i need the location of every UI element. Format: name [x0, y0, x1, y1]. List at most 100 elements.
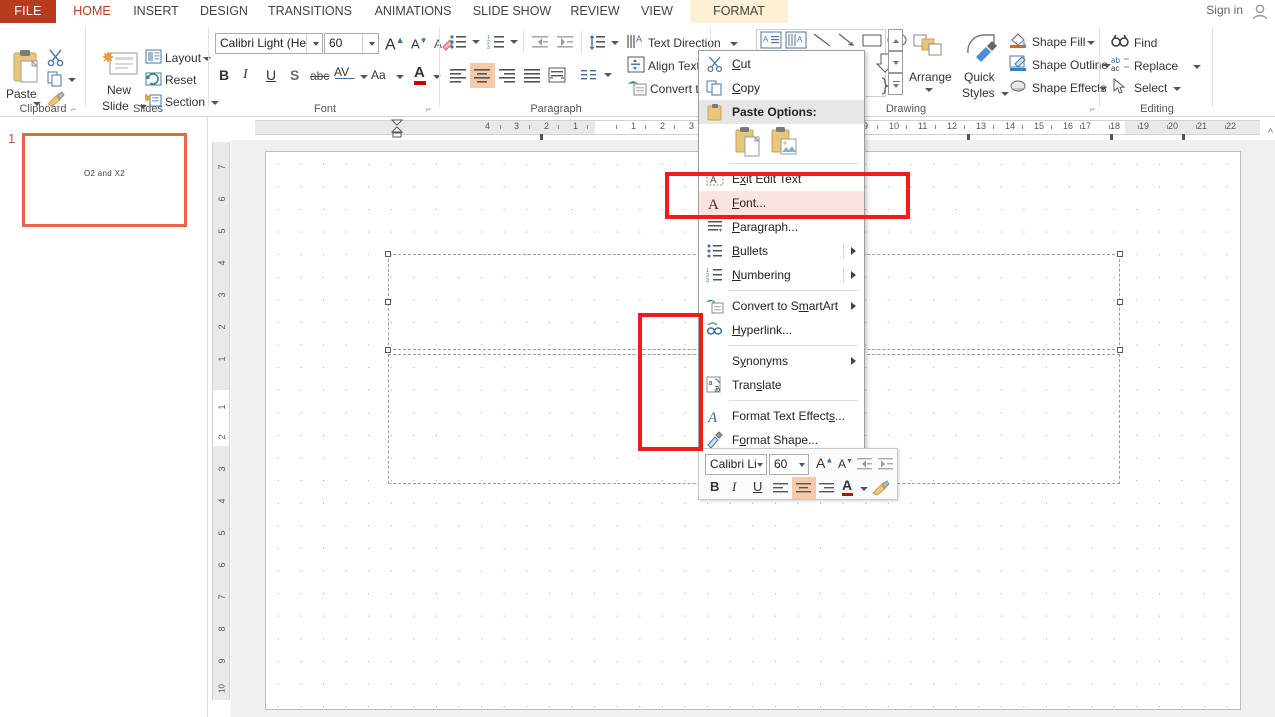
- text-direction-icon[interactable]: A: [627, 33, 645, 50]
- copy-dropdown-arrow[interactable]: [68, 78, 76, 82]
- line-spacing-icon[interactable]: [588, 34, 606, 51]
- select-icon[interactable]: [1111, 78, 1129, 95]
- shapes-more-button[interactable]: [888, 73, 903, 95]
- quick-styles-label-2[interactable]: Styles: [962, 86, 995, 100]
- tab-review[interactable]: REVIEW: [566, 0, 624, 23]
- shape-effects-icon[interactable]: [1009, 78, 1027, 95]
- bold-button[interactable]: B: [219, 67, 229, 83]
- ctx-cut[interactable]: Cut: [699, 52, 864, 76]
- ctx-convert-smartart[interactable]: Convert to SmartArt: [699, 294, 864, 318]
- ctx-hyperlink[interactable]: Hyperlink...: [699, 318, 864, 342]
- rectangle-shape-icon[interactable]: [861, 31, 883, 49]
- tab-home[interactable]: HOME: [62, 0, 122, 23]
- mini-underline-button[interactable]: U: [753, 479, 762, 494]
- layout-label[interactable]: Layout: [165, 51, 201, 65]
- shape-fill-label[interactable]: Shape Fill: [1032, 35, 1085, 49]
- ctx-numbering[interactable]: 1 2 3 Numbering: [699, 263, 864, 287]
- scissors-icon[interactable]: [47, 49, 65, 67]
- decrease-indent-icon[interactable]: [531, 34, 549, 50]
- reset-label[interactable]: Reset: [165, 73, 196, 87]
- bullets-dropdown-arrow[interactable]: [472, 40, 480, 44]
- vertical-ruler[interactable]: 7 6 5 4 3 2 1 1 2 3 4 5 6 7 8 9 10: [212, 142, 230, 700]
- slide-thumbnail-1[interactable]: O2 and X2: [22, 133, 187, 227]
- vertical-text-box-shape-icon[interactable]: A: [785, 31, 807, 49]
- line-spacing-dropdown-arrow[interactable]: [611, 41, 619, 45]
- arrow-shape-icon[interactable]: [836, 31, 858, 49]
- person-icon[interactable]: [1251, 3, 1269, 20]
- shape-outline-icon[interactable]: [1009, 55, 1027, 72]
- replace-label[interactable]: Replace: [1134, 59, 1178, 73]
- underline-button[interactable]: U: [266, 67, 276, 83]
- ctx-font[interactable]: A Font...: [699, 191, 864, 215]
- text-box-shape-icon[interactable]: A: [760, 31, 782, 49]
- mini-font-color-dropdown-arrow[interactable]: [860, 487, 868, 491]
- shrink-font-icon[interactable]: A▼: [411, 36, 428, 51]
- ctx-exit-edit-text[interactable]: A Exit Edit Text: [699, 167, 864, 191]
- select-dropdown-arrow[interactable]: [1173, 87, 1181, 91]
- mini-font-size-combo[interactable]: 60: [769, 454, 809, 475]
- align-center-icon[interactable]: [795, 482, 812, 495]
- grow-font-icon[interactable]: A▲: [385, 35, 405, 54]
- shape-outline-label[interactable]: Shape Outline: [1032, 58, 1108, 72]
- collapse-ribbon-button[interactable]: ^: [1268, 127, 1273, 139]
- change-case-dropdown-arrow[interactable]: [396, 75, 404, 79]
- new-slide-icon[interactable]: [103, 49, 139, 81]
- align-left-icon[interactable]: [772, 482, 789, 495]
- replace-dropdown-arrow[interactable]: [1193, 65, 1201, 69]
- align-right-icon[interactable]: [818, 482, 835, 495]
- character-spacing-dropdown-arrow[interactable]: [360, 75, 368, 79]
- context-menu[interactable]: Cut Copy Paste Options: A Exit Edit Text…: [698, 50, 865, 454]
- quick-styles-dropdown-arrow[interactable]: [1001, 92, 1009, 96]
- copy-icon[interactable]: [47, 71, 63, 87]
- reset-icon[interactable]: [145, 71, 162, 86]
- shapes-scroll-down-button[interactable]: [888, 51, 903, 73]
- replace-icon[interactable]: ab ac: [1111, 55, 1131, 72]
- tab-animations[interactable]: ANIMATIONS: [365, 0, 461, 23]
- chevron-down-icon[interactable]: [799, 463, 805, 467]
- tab-format[interactable]: FORMAT: [690, 0, 788, 23]
- italic-button[interactable]: I: [243, 67, 248, 83]
- text-shadow-button[interactable]: S: [290, 67, 299, 83]
- distributed-icon[interactable]: [548, 67, 566, 83]
- align-center-icon[interactable]: [473, 67, 491, 83]
- decrease-indent-icon[interactable]: [856, 457, 873, 471]
- tab-design[interactable]: DESIGN: [194, 0, 254, 23]
- chevron-down-icon[interactable]: [369, 42, 375, 46]
- mini-shrink-font-button[interactable]: A▼: [838, 457, 853, 471]
- justify-icon[interactable]: [523, 67, 541, 83]
- tab-file[interactable]: FILE: [0, 0, 56, 23]
- paste-label[interactable]: Paste: [6, 87, 37, 101]
- find-label[interactable]: Find: [1134, 36, 1157, 50]
- ctx-format-text-effects[interactable]: A Format Text Effects...: [699, 404, 864, 428]
- ctx-translate[interactable]: a あ Translate: [699, 373, 864, 397]
- paste-keep-formatting-icon[interactable]: [735, 126, 763, 158]
- mini-bold-button[interactable]: B: [710, 479, 719, 494]
- font-size-combo[interactable]: 60: [324, 33, 379, 54]
- shape-effects-label[interactable]: Shape Effects: [1032, 81, 1107, 95]
- tab-transitions[interactable]: TRANSITIONS: [262, 0, 358, 23]
- chevron-down-icon[interactable]: [313, 42, 319, 46]
- change-case-button[interactable]: Aa: [371, 68, 386, 82]
- align-right-icon[interactable]: [498, 67, 516, 83]
- tab-view[interactable]: VIEW: [632, 0, 682, 23]
- numbering-icon[interactable]: 1 2 3: [487, 34, 505, 50]
- indent-markers[interactable]: [390, 118, 404, 138]
- align-text-icon[interactable]: [627, 56, 645, 73]
- format-painter-icon[interactable]: [871, 480, 891, 497]
- sign-in-link[interactable]: Sign in: [1206, 3, 1243, 17]
- ctx-copy[interactable]: Copy: [699, 76, 864, 100]
- smartart-icon[interactable]: [627, 79, 647, 96]
- align-left-icon[interactable]: [449, 67, 467, 83]
- mini-font-color-button[interactable]: A: [842, 477, 853, 496]
- increase-indent-icon[interactable]: [556, 34, 574, 50]
- mini-toolbar[interactable]: Calibri Li 60 A▲ A▼ B I U A: [698, 448, 898, 500]
- shape-fill-icon[interactable]: [1009, 32, 1027, 49]
- arrange-dropdown-arrow[interactable]: [925, 88, 933, 92]
- mini-italic-button[interactable]: I: [732, 479, 736, 495]
- mini-grow-font-button[interactable]: A▲: [816, 455, 833, 471]
- font-dialog-launcher[interactable]: ⌐: [426, 104, 431, 114]
- columns-dropdown-arrow[interactable]: [604, 73, 612, 77]
- strikethrough-button[interactable]: abc: [310, 69, 329, 83]
- arrange-label[interactable]: Arrange: [909, 70, 952, 84]
- line-shape-icon[interactable]: [811, 31, 833, 49]
